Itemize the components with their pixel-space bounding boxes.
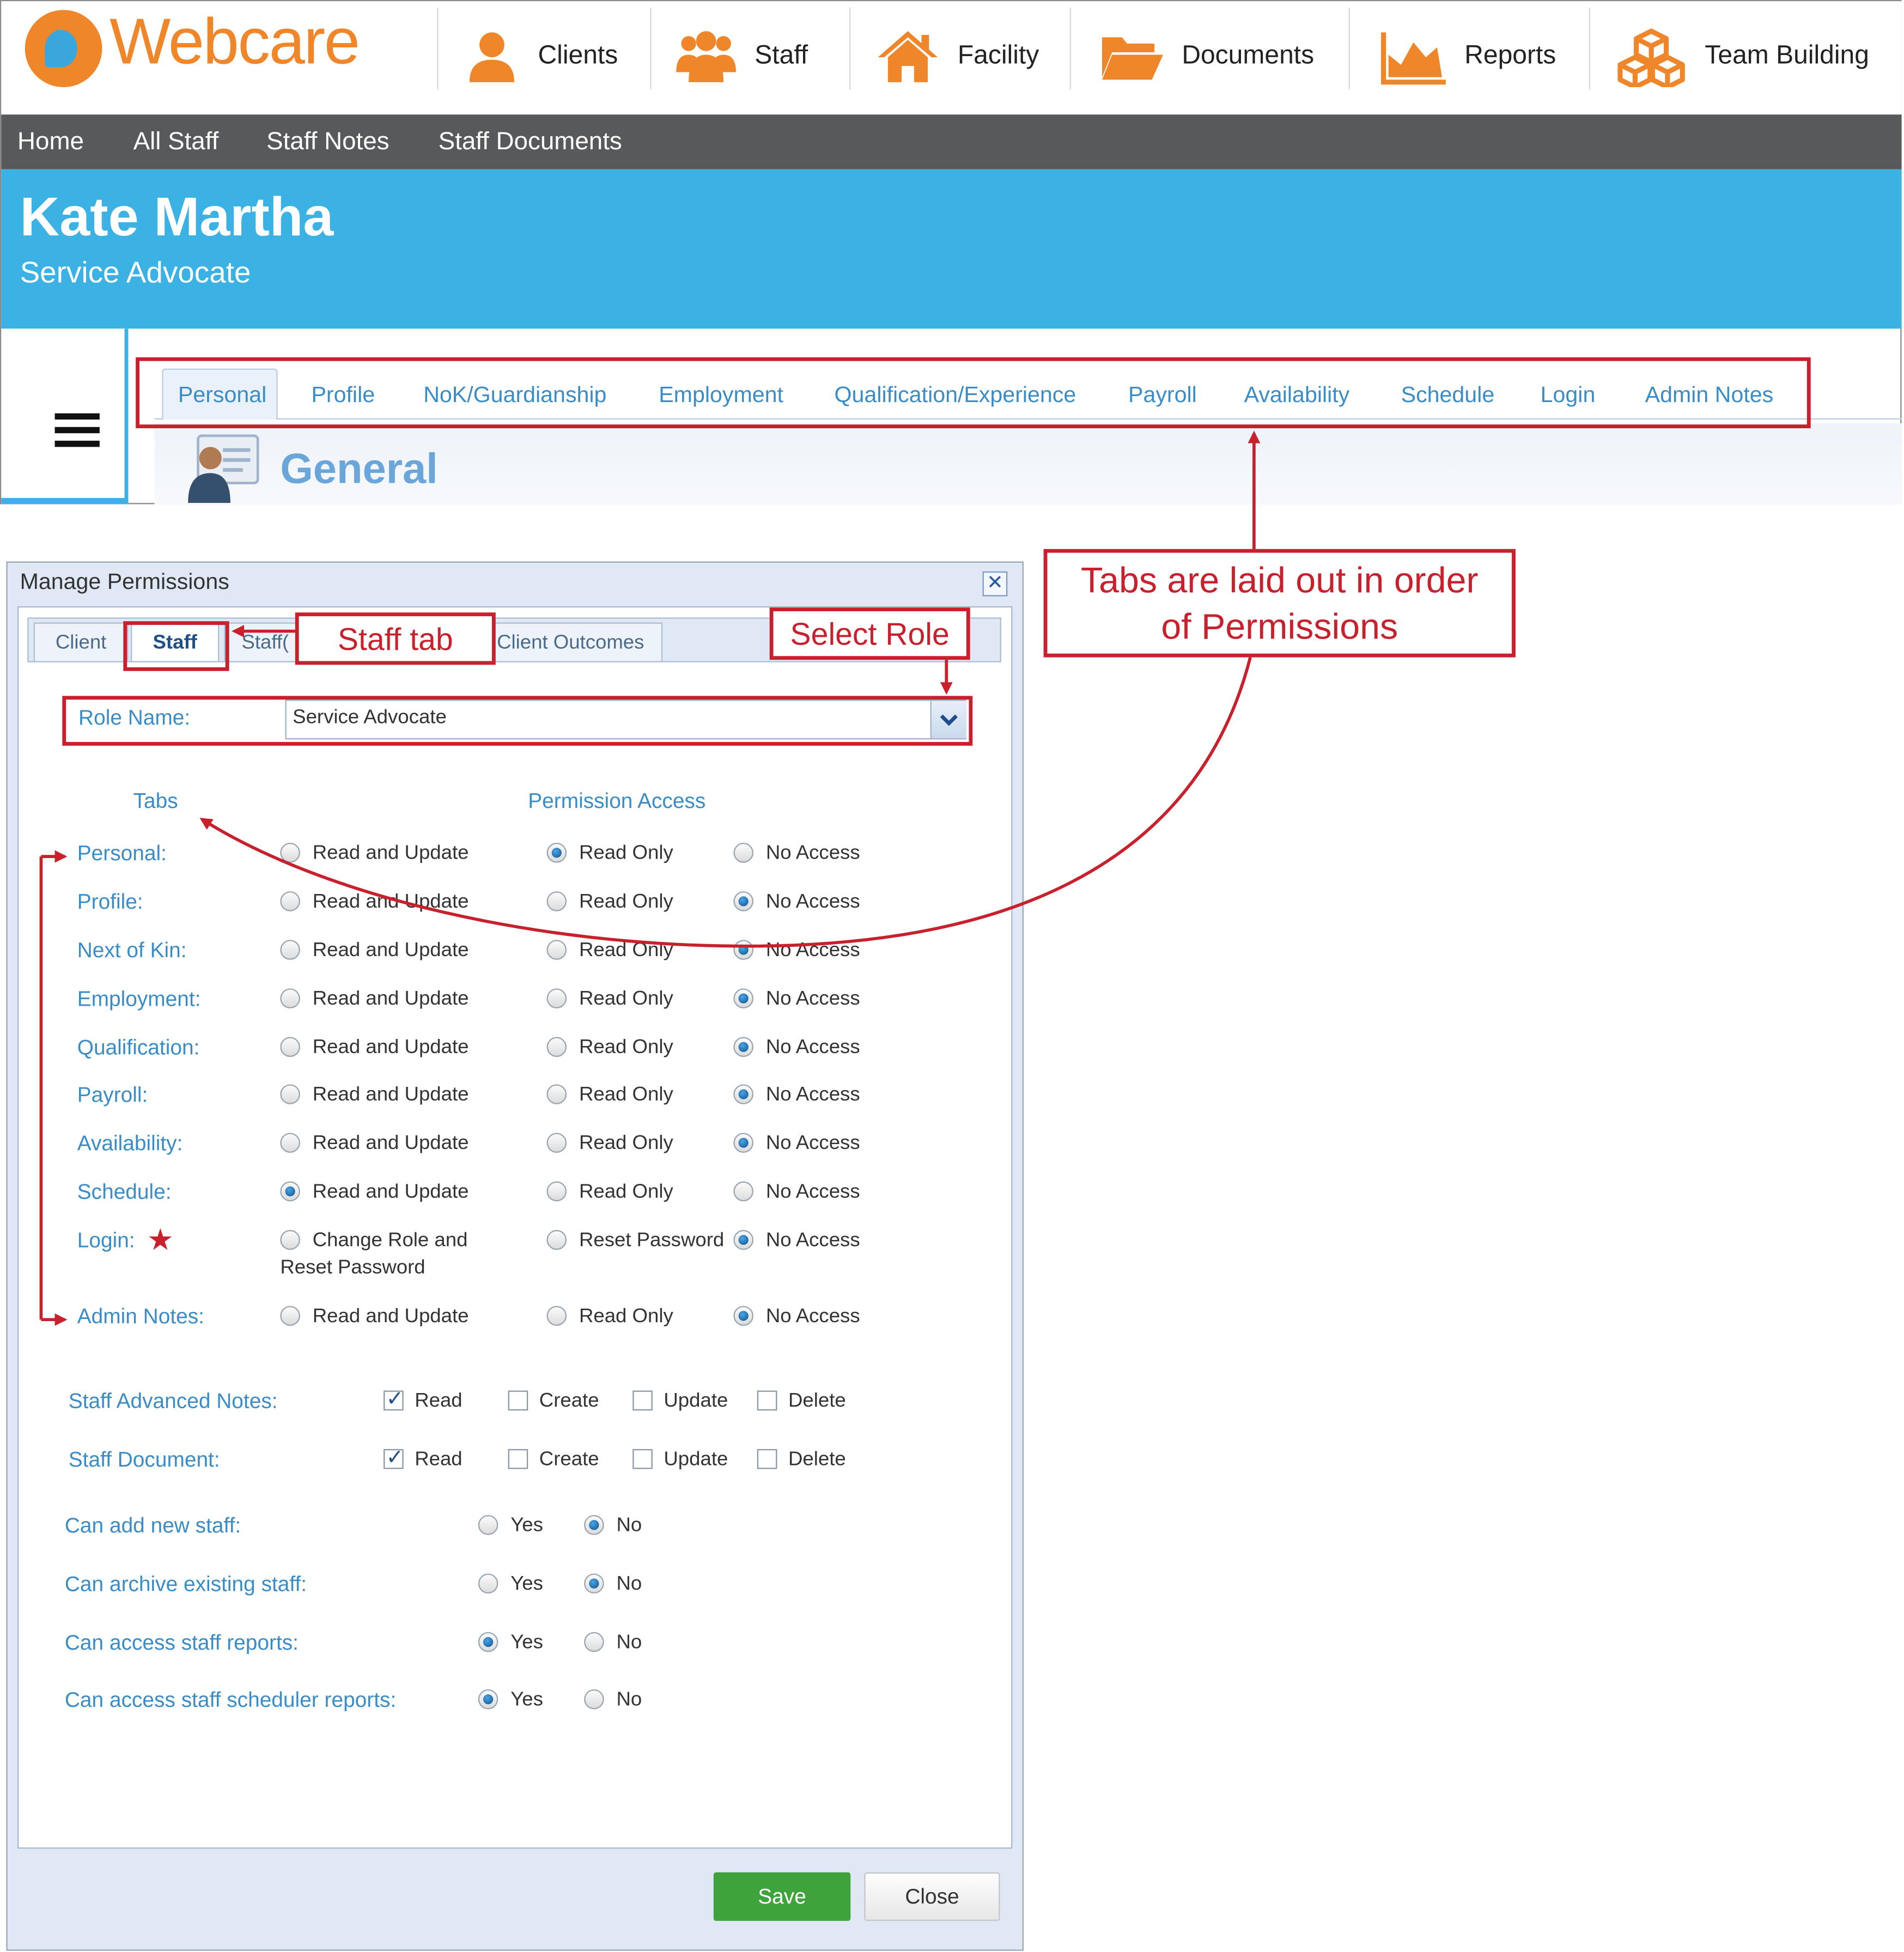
annotation-arrows bbox=[39, 430, 1261, 1326]
